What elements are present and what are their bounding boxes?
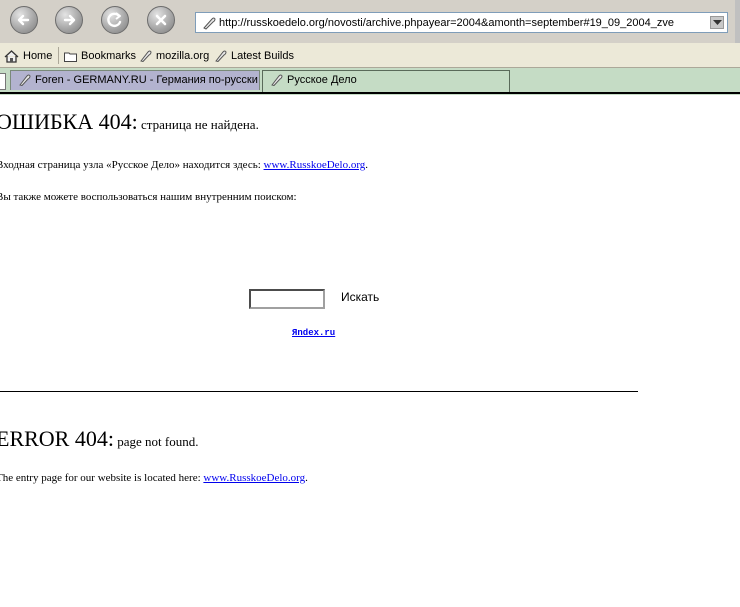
- bookmarks-label: Bookmarks: [81, 50, 137, 63]
- page-leaf-icon: [140, 50, 152, 63]
- folder-icon: [64, 52, 77, 62]
- en-entry-paragraph: The entry page for our website is locate…: [0, 472, 308, 484]
- horizontal-divider: [0, 391, 638, 392]
- en-entry-text: The entry page for our website is locate…: [0, 472, 204, 484]
- navigation-toolbar: [0, 0, 740, 43]
- en-error-description: page not found.: [113, 434, 199, 449]
- tab-russkoe-delo[interactable]: Русское Дело: [262, 70, 510, 92]
- mozilla-label: mozilla.org: [156, 50, 210, 63]
- ru-error-title: ОШИБКА 404:: [0, 109, 138, 134]
- latest-builds-link[interactable]: Latest Builds: [215, 48, 294, 64]
- forward-arrow-icon: [63, 14, 76, 26]
- mozilla-link[interactable]: mozilla.org: [140, 48, 209, 64]
- page-leaf-icon: [215, 50, 227, 63]
- ru-entry-paragraph: Входная страница узла «Русское Дело» нах…: [0, 159, 368, 171]
- ru-entry-tail: .: [365, 159, 369, 171]
- tab-label: Русское Дело: [287, 74, 357, 86]
- en-error-title: ERROR 404:: [0, 426, 114, 451]
- back-arrow-icon: [17, 14, 30, 26]
- url-bar[interactable]: [195, 12, 728, 33]
- page-leaf-icon: [203, 17, 216, 30]
- en-entry-link[interactable]: www.RusskoeDelo.org: [203, 472, 305, 484]
- chevron-down-icon: [713, 20, 722, 25]
- back-button[interactable]: [10, 6, 38, 34]
- stop-icon: [155, 14, 167, 26]
- ru-entry-text: Входная страница узла «Русское Дело» нах…: [0, 159, 264, 171]
- url-input[interactable]: [219, 15, 699, 30]
- en-error-heading: ERROR 404: page not found.: [0, 426, 198, 452]
- page-leaf-icon: [271, 74, 283, 86]
- home-icon: [4, 49, 19, 63]
- tab-strip-border: [0, 92, 740, 94]
- reload-icon: [107, 12, 122, 28]
- reload-button[interactable]: [101, 6, 129, 34]
- personal-toolbar: Home Bookmarks mozilla.org Latest Builds: [0, 43, 740, 68]
- home-label: Home: [23, 50, 53, 63]
- ru-error-description: страница не найдена.: [137, 117, 259, 132]
- tab-label: Foren - GERMANY.RU - Германия по-русски: [35, 74, 258, 86]
- page-leaf-icon: [19, 74, 31, 86]
- stop-button[interactable]: [147, 6, 175, 34]
- latest-builds-label: Latest Builds: [231, 50, 294, 63]
- yandex-link[interactable]: Яndex.ru: [292, 328, 335, 338]
- search-button[interactable]: Искать: [341, 290, 379, 304]
- tab-strip: Foren - GERMANY.RU - Германия по-русски …: [0, 68, 740, 95]
- url-dropdown-button[interactable]: [710, 16, 724, 29]
- ru-entry-link[interactable]: www.RusskoeDelo.org: [264, 159, 366, 171]
- ru-search-text: Вы также можете воспользоваться нашим вн…: [0, 191, 297, 203]
- search-input[interactable]: [249, 289, 325, 309]
- page-content: ОШИБКА 404: страница не найдена. Входная…: [0, 95, 740, 607]
- toolbar-edge: [735, 0, 740, 43]
- tab-germany-forum[interactable]: Foren - GERMANY.RU - Германия по-русски: [10, 70, 260, 90]
- ru-error-heading: ОШИБКА 404: страница не найдена.: [0, 109, 259, 135]
- bookmarks-menu[interactable]: Bookmarks: [64, 48, 136, 64]
- en-entry-tail: .: [305, 472, 308, 484]
- toolbar-separator: [58, 47, 59, 64]
- forward-button[interactable]: [55, 6, 83, 34]
- home-link[interactable]: Home: [4, 48, 52, 64]
- tab-strip-edge: [0, 73, 6, 90]
